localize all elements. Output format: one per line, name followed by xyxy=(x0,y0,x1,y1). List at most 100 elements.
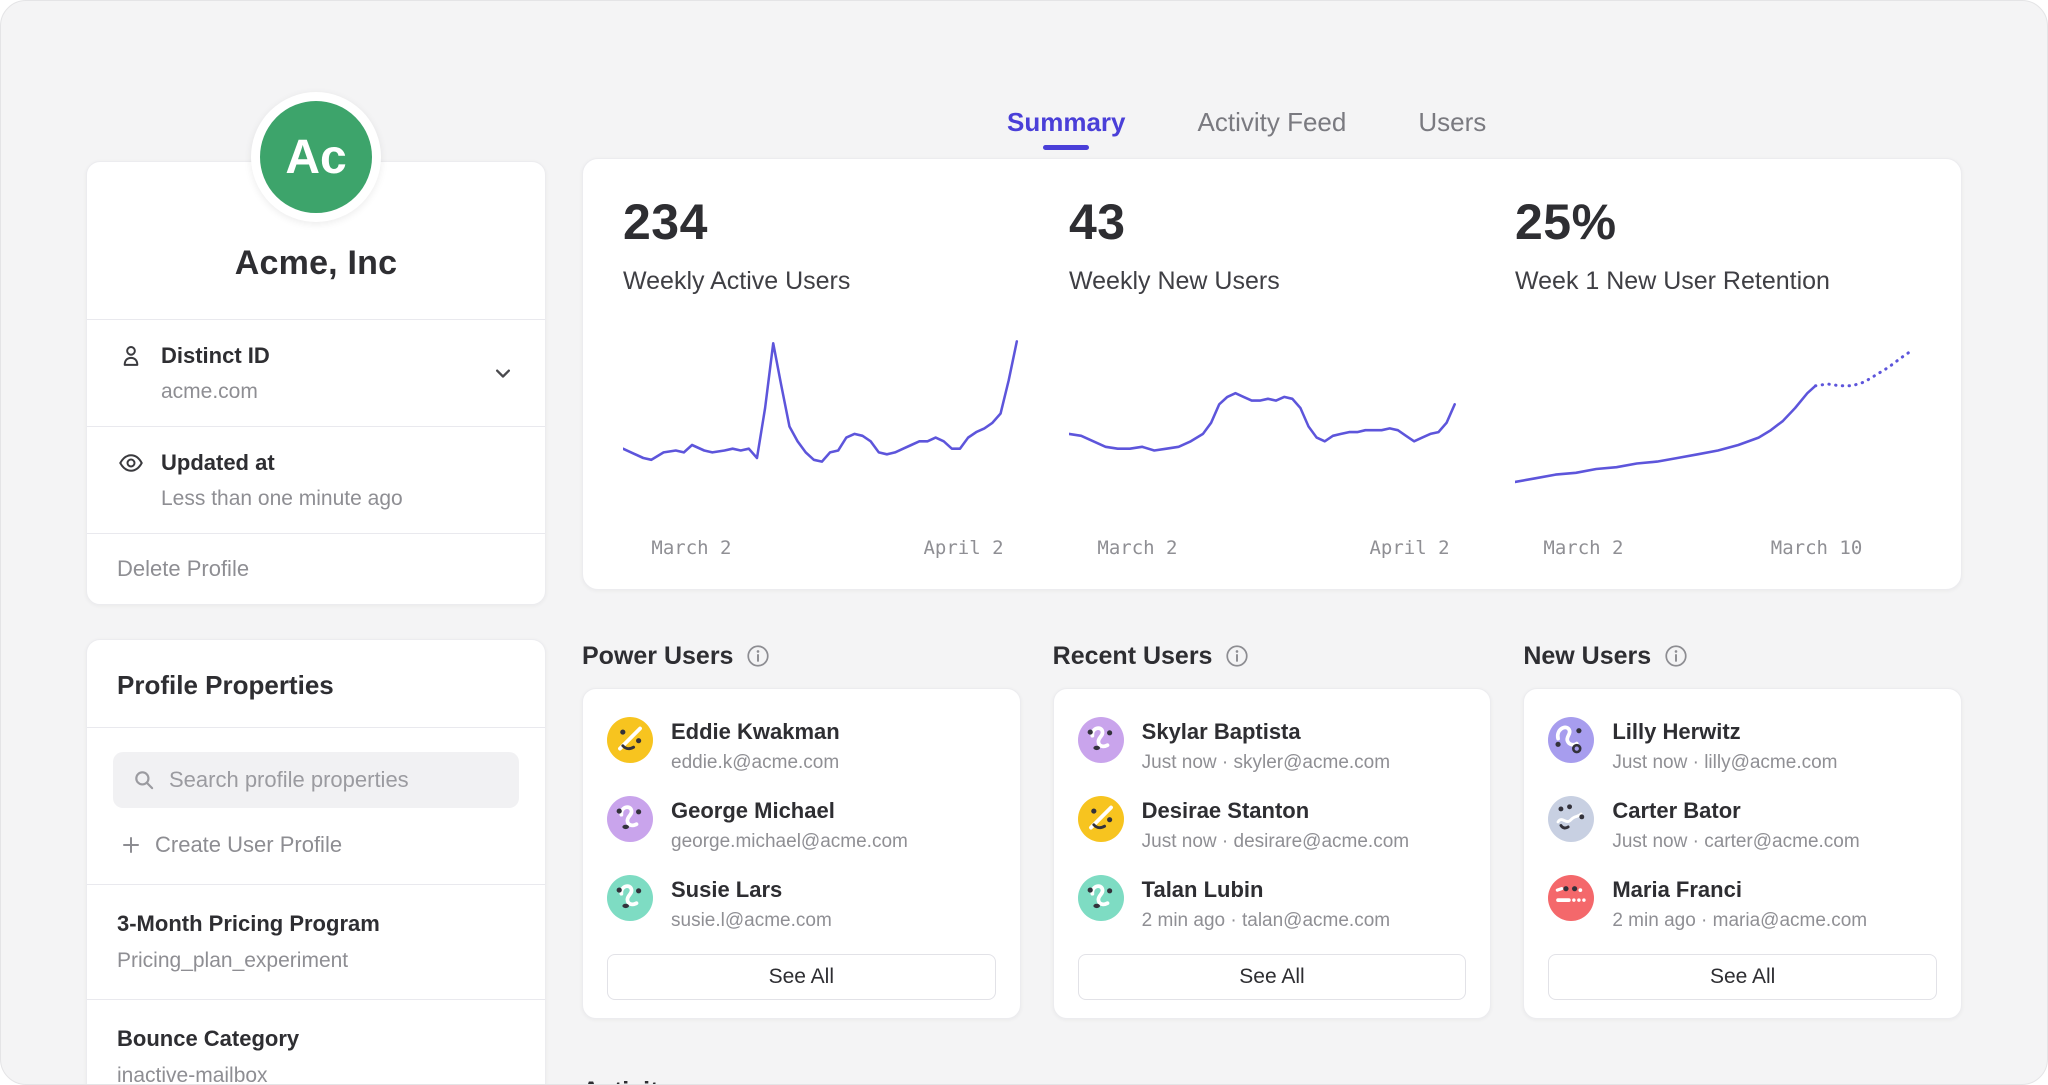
search-input[interactable] xyxy=(169,767,501,793)
user-list-item[interactable]: Eddie Kwakman eddie.k@acme.com xyxy=(607,717,996,783)
property-row[interactable]: 3-Month Pricing Program Pricing_plan_exp… xyxy=(87,884,545,999)
user-name: Eddie Kwakman xyxy=(671,719,840,745)
user-list-item[interactable]: Talan Lubin 2 min ago · talan@acme.com xyxy=(1078,875,1467,941)
user-name: Carter Bator xyxy=(1612,798,1859,824)
info-icon[interactable] xyxy=(1224,643,1250,669)
metric-week1-retention: 25% Week 1 New User Retention March 2Mar… xyxy=(1495,193,1941,563)
user-avatar-face xyxy=(607,796,653,842)
metric-value: 234 xyxy=(623,193,1029,251)
user-list-item[interactable]: Maria Franci 2 min ago · maria@acme.com xyxy=(1548,875,1937,941)
user-name: Skylar Baptista xyxy=(1142,719,1390,745)
recent-users-section: Recent Users Skylar Baptista Just now · … xyxy=(1053,640,1492,1019)
user-list-item[interactable]: Susie Lars susie.l@acme.com xyxy=(607,875,996,941)
see-all-button[interactable]: See All xyxy=(1548,954,1937,1000)
chart-line-solid xyxy=(623,341,1017,461)
see-all-button[interactable]: See All xyxy=(607,954,996,1000)
user-avatar-face xyxy=(1078,875,1124,921)
info-icon[interactable] xyxy=(1663,643,1689,669)
property-value: inactive-mailbox xyxy=(117,1064,515,1085)
section-title: New Users xyxy=(1523,642,1651,671)
x-tick-label: March 2 xyxy=(1543,537,1623,559)
plus-icon xyxy=(119,833,143,857)
delete-profile-button[interactable]: Delete Profile xyxy=(87,533,545,604)
user-avatar-face xyxy=(1078,796,1124,842)
x-axis-ticks: March 2 April 2 xyxy=(623,533,1029,563)
chart-line-solid xyxy=(1515,386,1815,482)
user-name: Lilly Herwitz xyxy=(1612,719,1837,745)
summary-card: 234 Weekly Active Users March 2 April 2 4… xyxy=(582,158,1962,590)
user-subtitle: Just now · skyler@acme.com xyxy=(1142,752,1390,774)
power-users-card: Eddie Kwakman eddie.k@acme.com George Mi… xyxy=(582,688,1021,1019)
power-users-section: Power Users Eddie Kwakman eddie.k@acme.c… xyxy=(582,640,1021,1019)
property-value: Pricing_plan_experiment xyxy=(117,949,515,973)
tab-users[interactable]: Users xyxy=(1418,107,1486,158)
property-row[interactable]: Bounce Category inactive-mailbox xyxy=(87,999,545,1085)
metric-label: Weekly Active Users xyxy=(623,267,1029,296)
updated-at-value: Less than one minute ago xyxy=(161,487,515,511)
x-tick-label: March 2 xyxy=(1097,537,1177,559)
user-list-item[interactable]: George Michael george.michael@acme.com xyxy=(607,796,996,862)
sidebar: Ac Acme, Inc Distinct ID acme.com xyxy=(86,1,546,1084)
create-user-profile-button[interactable]: Create User Profile xyxy=(113,808,519,884)
user-subtitle: 2 min ago · talan@acme.com xyxy=(1142,910,1390,932)
distinct-id-value: acme.com xyxy=(161,380,515,404)
main-content: Summary Activity Feed Users 234 Weekly A… xyxy=(582,1,1962,1084)
user-subtitle: Just now · lilly@acme.com xyxy=(1612,752,1837,774)
user-avatar-face xyxy=(607,875,653,921)
activity-section-title: Activity xyxy=(582,1077,1962,1085)
distinct-id-row: Distinct ID acme.com xyxy=(87,319,545,426)
tab-summary[interactable]: Summary xyxy=(1007,107,1126,158)
new-users-section: New Users Lilly Herwitz Just now · lilly… xyxy=(1523,640,1962,1019)
profile-properties-search xyxy=(113,752,519,808)
user-subtitle: eddie.k@acme.com xyxy=(671,752,840,774)
x-tick-label: April 2 xyxy=(923,537,1003,559)
metric-weekly-active-users: 234 Weekly Active Users March 2 April 2 xyxy=(603,193,1049,563)
user-list-item[interactable]: Skylar Baptista Just now · skyler@acme.c… xyxy=(1078,717,1467,783)
chevron-down-icon[interactable] xyxy=(489,359,517,387)
updated-at-label: Updated at xyxy=(161,450,275,476)
updated-at-row: Updated at Less than one minute ago xyxy=(87,426,545,533)
x-axis-ticks: March 2 March 10 xyxy=(1515,533,1921,563)
x-tick-label: April 2 xyxy=(1369,537,1449,559)
info-icon[interactable] xyxy=(745,643,771,669)
company-avatar: Ac xyxy=(251,92,381,222)
tab-bar: Summary Activity Feed Users xyxy=(582,1,1962,158)
chart-line-dotted xyxy=(1815,353,1908,386)
weekly-active-users-chart xyxy=(623,334,1029,519)
user-list-item[interactable]: Carter Bator Just now · carter@acme.com xyxy=(1548,796,1937,862)
new-users-card: Lilly Herwitz Just now · lilly@acme.com … xyxy=(1523,688,1962,1019)
user-subtitle: Just now · carter@acme.com xyxy=(1612,831,1859,853)
user-subtitle: susie.l@acme.com xyxy=(671,910,832,932)
metric-value: 25% xyxy=(1515,193,1921,251)
profile-card: Ac Acme, Inc Distinct ID acme.com xyxy=(86,161,546,605)
user-name: Talan Lubin xyxy=(1142,877,1390,903)
recent-users-card: Skylar Baptista Just now · skyler@acme.c… xyxy=(1053,688,1492,1019)
create-user-profile-label: Create User Profile xyxy=(155,832,342,858)
chart-line-solid xyxy=(1069,393,1455,450)
section-title: Recent Users xyxy=(1053,642,1213,671)
see-all-button[interactable]: See All xyxy=(1078,954,1467,1000)
property-label: 3-Month Pricing Program xyxy=(117,911,515,937)
user-name: Susie Lars xyxy=(671,877,832,903)
property-label: Bounce Category xyxy=(117,1026,515,1052)
metric-label: Weekly New Users xyxy=(1069,267,1475,296)
x-tick-label: March 10 xyxy=(1771,537,1863,559)
x-tick-label: March 2 xyxy=(651,537,731,559)
user-subtitle: Just now · desirare@acme.com xyxy=(1142,831,1409,853)
user-subtitle: george.michael@acme.com xyxy=(671,831,908,853)
profile-properties-title: Profile Properties xyxy=(87,640,545,727)
user-name: Maria Franci xyxy=(1612,877,1867,903)
week1-retention-chart xyxy=(1515,334,1921,519)
user-avatar-face xyxy=(1078,717,1124,763)
profile-properties-card: Profile Properties Cr xyxy=(86,639,546,1085)
person-icon xyxy=(117,342,145,370)
weekly-new-users-chart xyxy=(1069,334,1475,519)
user-list-item[interactable]: Desirae Stanton Just now · desirare@acme… xyxy=(1078,796,1467,862)
user-name: George Michael xyxy=(671,798,908,824)
user-avatar-face xyxy=(1548,796,1594,842)
user-list-item[interactable]: Lilly Herwitz Just now · lilly@acme.com xyxy=(1548,717,1937,783)
user-avatar-face xyxy=(607,717,653,763)
tab-activity-feed[interactable]: Activity Feed xyxy=(1198,107,1347,158)
search-icon xyxy=(131,767,157,793)
metric-value: 43 xyxy=(1069,193,1475,251)
